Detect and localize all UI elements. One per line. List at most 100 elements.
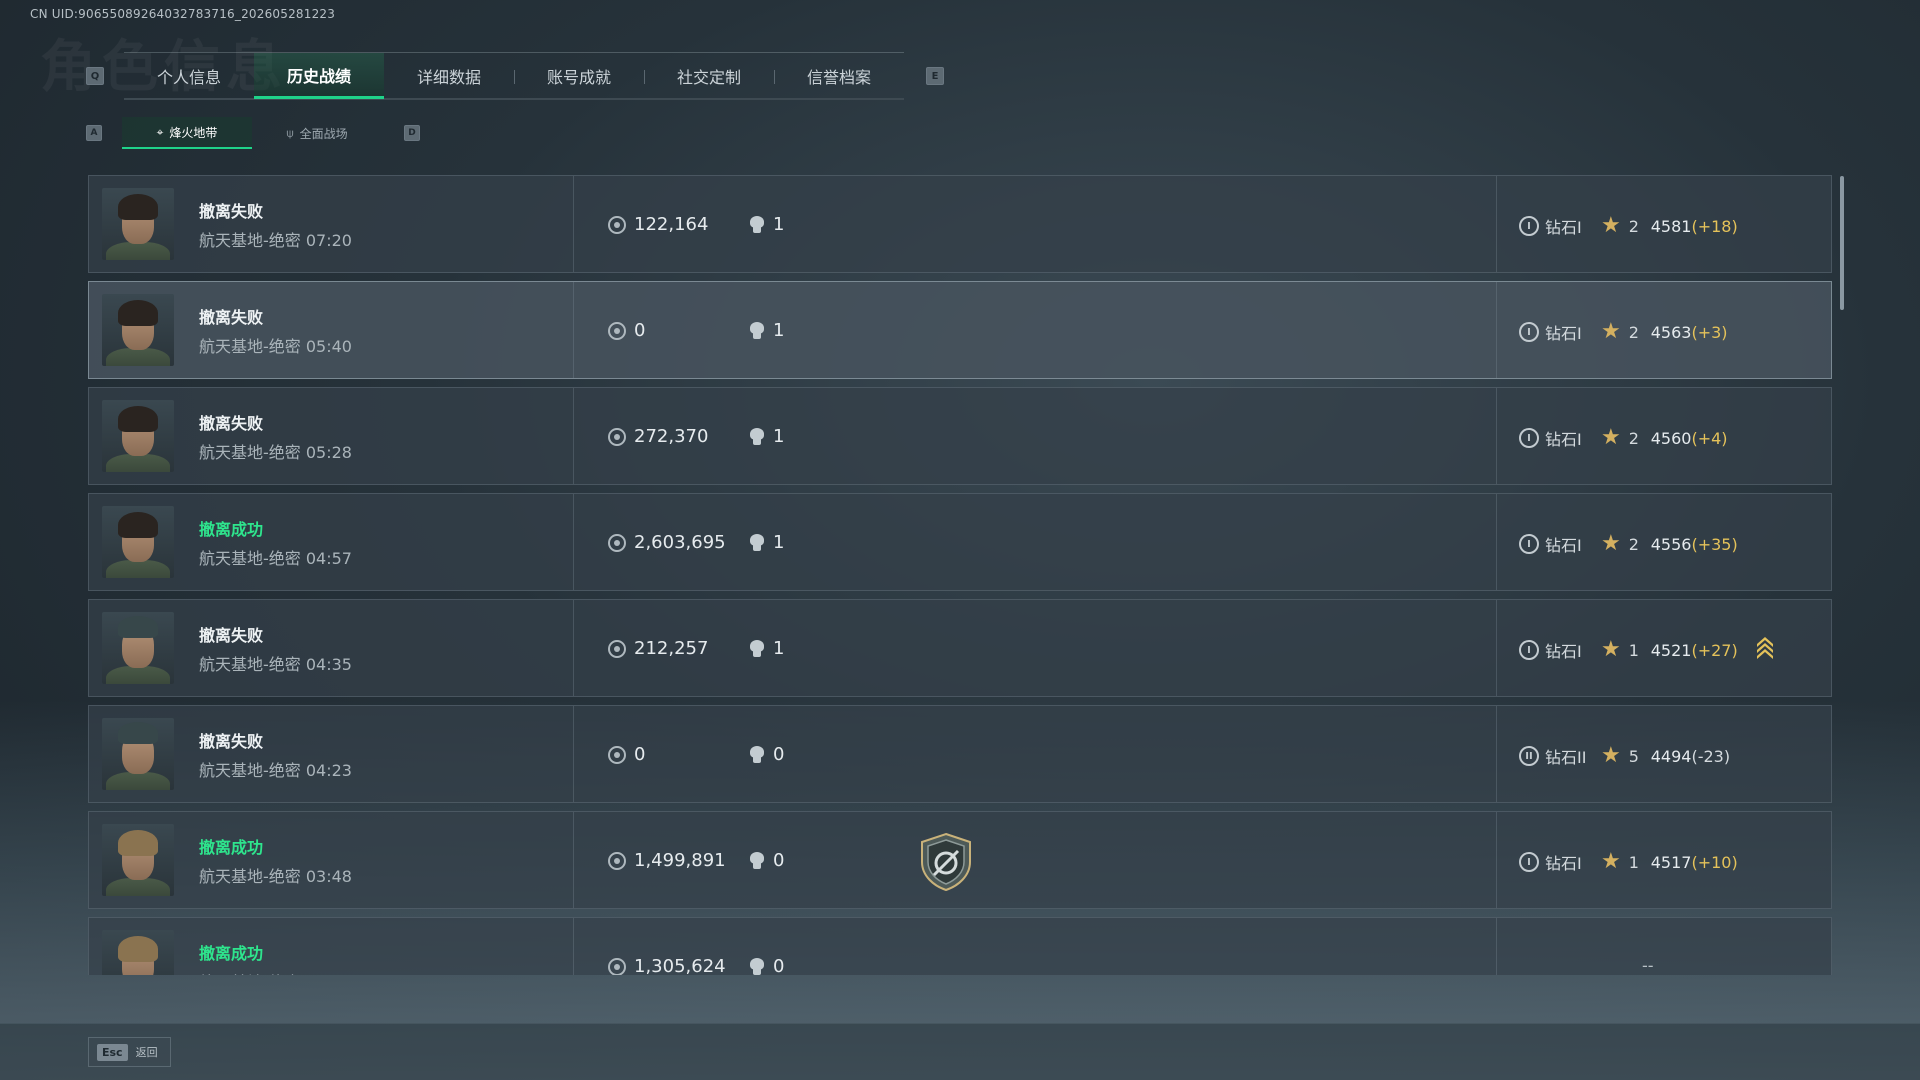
loot-value-text: 2,603,695 [634, 532, 726, 553]
loot-value: 272,370 [608, 426, 708, 447]
tab-next-key[interactable]: E [926, 67, 944, 85]
rank-placeholder: -- [1642, 956, 1654, 975]
star-icon: ★ [1601, 637, 1621, 662]
match-stats: 212,257 1 [574, 600, 1496, 696]
subtab-next-key[interactable]: D [404, 125, 420, 141]
skull-icon [749, 321, 765, 340]
map-and-duration: 航天基地-绝密 07:20 [199, 230, 352, 250]
match-info: 撤离成功 航天基地-绝密 03:1 [199, 940, 342, 976]
score-delta: (+35) [1691, 534, 1738, 554]
kill-count-text: 1 [773, 638, 785, 659]
map-and-duration: 航天基地-绝密 03:1 [199, 969, 342, 976]
operator-avatar [102, 824, 174, 896]
extraction-status: 撤离失败 [199, 201, 264, 221]
kill-count-text: 1 [773, 214, 785, 235]
match-stats: 122,164 1 [574, 176, 1496, 272]
star-count: 1 [1628, 640, 1639, 660]
rank-score: 4517 [1650, 852, 1692, 872]
tab-4[interactable]: 社交定制 [644, 53, 774, 99]
rank-label: 钻石I [1545, 430, 1582, 449]
uid-label: CN UID:9065508926403278371​6_20260528122… [30, 7, 336, 21]
rank-score: 4521 [1650, 640, 1692, 660]
match-summary: 撤离成功 航天基地-绝密 03:1 [89, 918, 574, 975]
footer-bar: Esc 返回 [0, 1023, 1920, 1080]
match-row[interactable]: 撤离成功 航天基地-绝密 03:48 1,499,891 0 I 钻石I ★ 1… [88, 811, 1832, 909]
loot-value: 1,499,891 [608, 850, 726, 871]
kill-count: 0 [749, 850, 784, 871]
rank-score: 4560 [1650, 428, 1692, 448]
match-info: 撤离失败 航天基地-绝密 04:23 [199, 728, 352, 781]
match-summary: 撤离失败 航天基地-绝密 04:35 [89, 600, 574, 696]
rank-tier-icon: I [1519, 216, 1539, 236]
score-delta: (+3) [1691, 322, 1728, 342]
kill-count-text: 1 [773, 532, 785, 553]
rank-block: II 钻石II ★ 5 4494 (-23) [1519, 744, 1730, 768]
rank-label: 钻石II [1545, 748, 1587, 767]
match-row[interactable]: 撤离失败 航天基地-绝密 07:20 122,164 1 I 钻石I ★ 2 4… [88, 175, 1832, 273]
rank-label: 钻石I [1545, 324, 1582, 343]
map-and-duration: 航天基地-绝密 04:57 [199, 548, 352, 568]
map-and-duration: 航天基地-绝密 05:28 [199, 442, 352, 462]
rank-change: I 钻石I ★ 2 4560 (+4) [1496, 388, 1831, 484]
kill-count-text: 1 [773, 426, 785, 447]
match-row[interactable]: 撤离失败 航天基地-绝密 04:23 0 0 II 钻石II ★ 5 4494 … [88, 705, 1832, 803]
extraction-status: 撤离成功 [199, 519, 264, 539]
rank-tier-icon: I [1519, 534, 1539, 554]
match-row[interactable]: 撤离成功 航天基地-绝密 04:57 2,603,695 1 I 钻石I ★ 2… [88, 493, 1832, 591]
coin-icon [608, 745, 626, 764]
match-stats: 1,305,624 0 [574, 918, 1496, 975]
sub-tab-bar: A ⌖ 烽火地带 ⍦ 全面战场 D [86, 117, 420, 149]
match-row[interactable]: 撤离成功 航天基地-绝密 03:1 1,305,624 0 -- [88, 917, 1832, 975]
star-count: 2 [1628, 216, 1639, 236]
loot-value-text: 1,499,891 [634, 850, 726, 871]
coin-icon [608, 321, 626, 340]
back-label: 返回 [135, 1046, 158, 1059]
subtab-0[interactable]: ⌖ 烽火地带 [122, 117, 252, 149]
list-scrollbar[interactable] [1840, 176, 1844, 310]
match-history-list: 撤离失败 航天基地-绝密 07:20 122,164 1 I 钻石I ★ 2 4… [88, 175, 1832, 975]
match-row[interactable]: 撤离失败 航天基地-绝密 04:35 212,257 1 I 钻石I ★ 1 4… [88, 599, 1832, 697]
tab-prev-key[interactable]: Q [86, 67, 104, 85]
tab-2[interactable]: 详细数据 [384, 53, 514, 99]
map-and-duration: 航天基地-绝密 04:23 [199, 760, 352, 780]
star-icon: ★ [1601, 743, 1621, 768]
match-row[interactable]: 撤离失败 航天基地-绝密 05:28 272,370 1 I 钻石I ★ 2 4… [88, 387, 1832, 485]
coin-icon [608, 533, 626, 552]
subtab-1[interactable]: ⍦ 全面战场 [252, 117, 382, 149]
rank-tier-icon: II [1519, 746, 1539, 766]
skull-icon [749, 745, 765, 764]
kill-count: 1 [749, 532, 784, 553]
tab-5[interactable]: 信誉档案 [774, 53, 904, 99]
rank-block: I 钻石I ★ 1 4521 (+27) [1519, 638, 1738, 662]
skull-icon [749, 957, 765, 976]
kill-count: 1 [749, 320, 784, 341]
operator-avatar [102, 188, 174, 260]
operator-avatar [102, 718, 174, 790]
match-row[interactable]: 撤离失败 航天基地-绝密 05:40 0 1 I 钻石I ★ 2 4563 (+… [88, 281, 1832, 379]
kill-count: 0 [749, 744, 784, 765]
extraction-status: 撤离失败 [199, 307, 264, 327]
back-button[interactable]: Esc 返回 [88, 1037, 171, 1067]
tab-3[interactable]: 账号成就 [514, 53, 644, 99]
kill-count-text: 0 [773, 956, 785, 975]
tab-1[interactable]: 历史战绩 [254, 53, 384, 99]
subtab-prev-key[interactable]: A [86, 125, 102, 141]
star-count: 2 [1628, 322, 1639, 342]
subtab-label: 全面战场 [299, 126, 348, 141]
skull-icon [749, 533, 765, 552]
match-stats: 2,603,695 1 [574, 494, 1496, 590]
star-count: 2 [1628, 534, 1639, 554]
map-and-duration: 航天基地-绝密 04:35 [199, 654, 352, 674]
match-info: 撤离失败 航天基地-绝密 04:35 [199, 622, 352, 675]
rank-label: 钻石I [1545, 854, 1582, 873]
match-summary: 撤离失败 航天基地-绝密 07:20 [89, 176, 574, 272]
extraction-status: 撤离失败 [199, 625, 264, 645]
rank-change: I 钻石I ★ 1 4521 (+27) [1496, 600, 1831, 696]
tab-0[interactable]: 个人信息 [124, 53, 254, 99]
match-info: 撤离成功 航天基地-绝密 03:48 [199, 834, 352, 887]
kill-count: 1 [749, 426, 784, 447]
extraction-status: 撤离成功 [199, 943, 264, 963]
match-summary: 撤离失败 航天基地-绝密 05:28 [89, 388, 574, 484]
skull-icon [749, 851, 765, 870]
kill-count-text: 0 [773, 850, 785, 871]
